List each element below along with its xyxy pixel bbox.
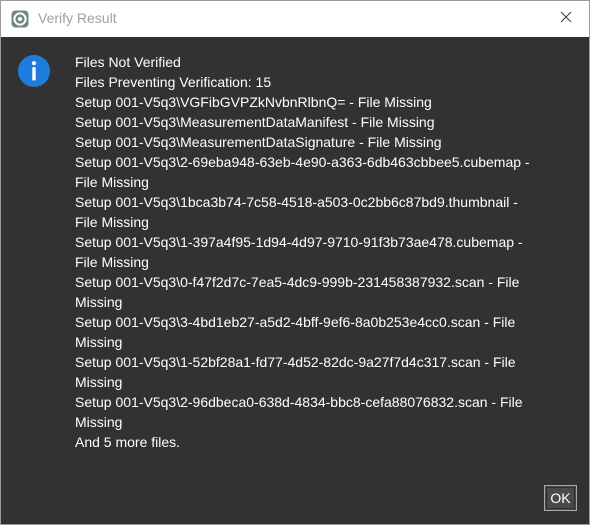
message-line: File Missing [75, 254, 149, 270]
window-title: Verify Result [38, 10, 117, 26]
message-line: Setup 001-V5q3\2-69eba948-63eb-4e90-a363… [75, 154, 530, 170]
close-button[interactable] [543, 1, 589, 37]
message-line: Missing [75, 294, 123, 310]
message-line: Setup 001-V5q3\1bca3b74-7c58-4518-a503-0… [75, 194, 518, 210]
verify-result-dialog: Verify Result Files Not Verified Files P… [0, 0, 590, 525]
dialog-body: Files Not Verified Files Preventing Veri… [1, 37, 589, 524]
ok-button[interactable]: OK [544, 485, 577, 511]
message-line: Setup 001-V5q3\3-4bd1eb27-a5d2-4bff-9ef6… [75, 314, 516, 330]
close-icon [560, 10, 572, 28]
message-line: Files Not Verified [75, 54, 181, 70]
message-line: Missing [75, 334, 123, 350]
message-line: And 5 more files. [75, 434, 181, 450]
message-line: Missing [75, 414, 123, 430]
message-line: Missing [75, 374, 123, 390]
message-line: Setup 001-V5q3\VGFibGVPZkNvbnRlbnQ= - Fi… [75, 94, 432, 110]
message-line: Files Preventing Verification: 15 [75, 74, 272, 90]
message-text: Files Not Verified Files Preventing Veri… [75, 52, 575, 452]
info-icon [18, 55, 50, 87]
message-line: Setup 001-V5q3\MeasurementDataManifest -… [75, 114, 435, 130]
message-line: Setup 001-V5q3\1-397a4f95-1d94-4d97-9710… [75, 234, 523, 250]
message-line: Setup 001-V5q3\0-f47f2d7c-7ea5-4dc9-999b… [75, 274, 520, 290]
message-line: Setup 001-V5q3\1-52bf28a1-fd77-4d52-82dc… [75, 354, 516, 370]
app-logo-icon [10, 9, 30, 29]
title-bar[interactable]: Verify Result [1, 1, 589, 37]
message-line: File Missing [75, 214, 149, 230]
message-line: File Missing [75, 174, 149, 190]
message-line: Setup 001-V5q3\MeasurementDataSignature … [75, 134, 442, 150]
message-line: Setup 001-V5q3\2-96dbeca0-638d-4834-bbc8… [75, 394, 523, 410]
